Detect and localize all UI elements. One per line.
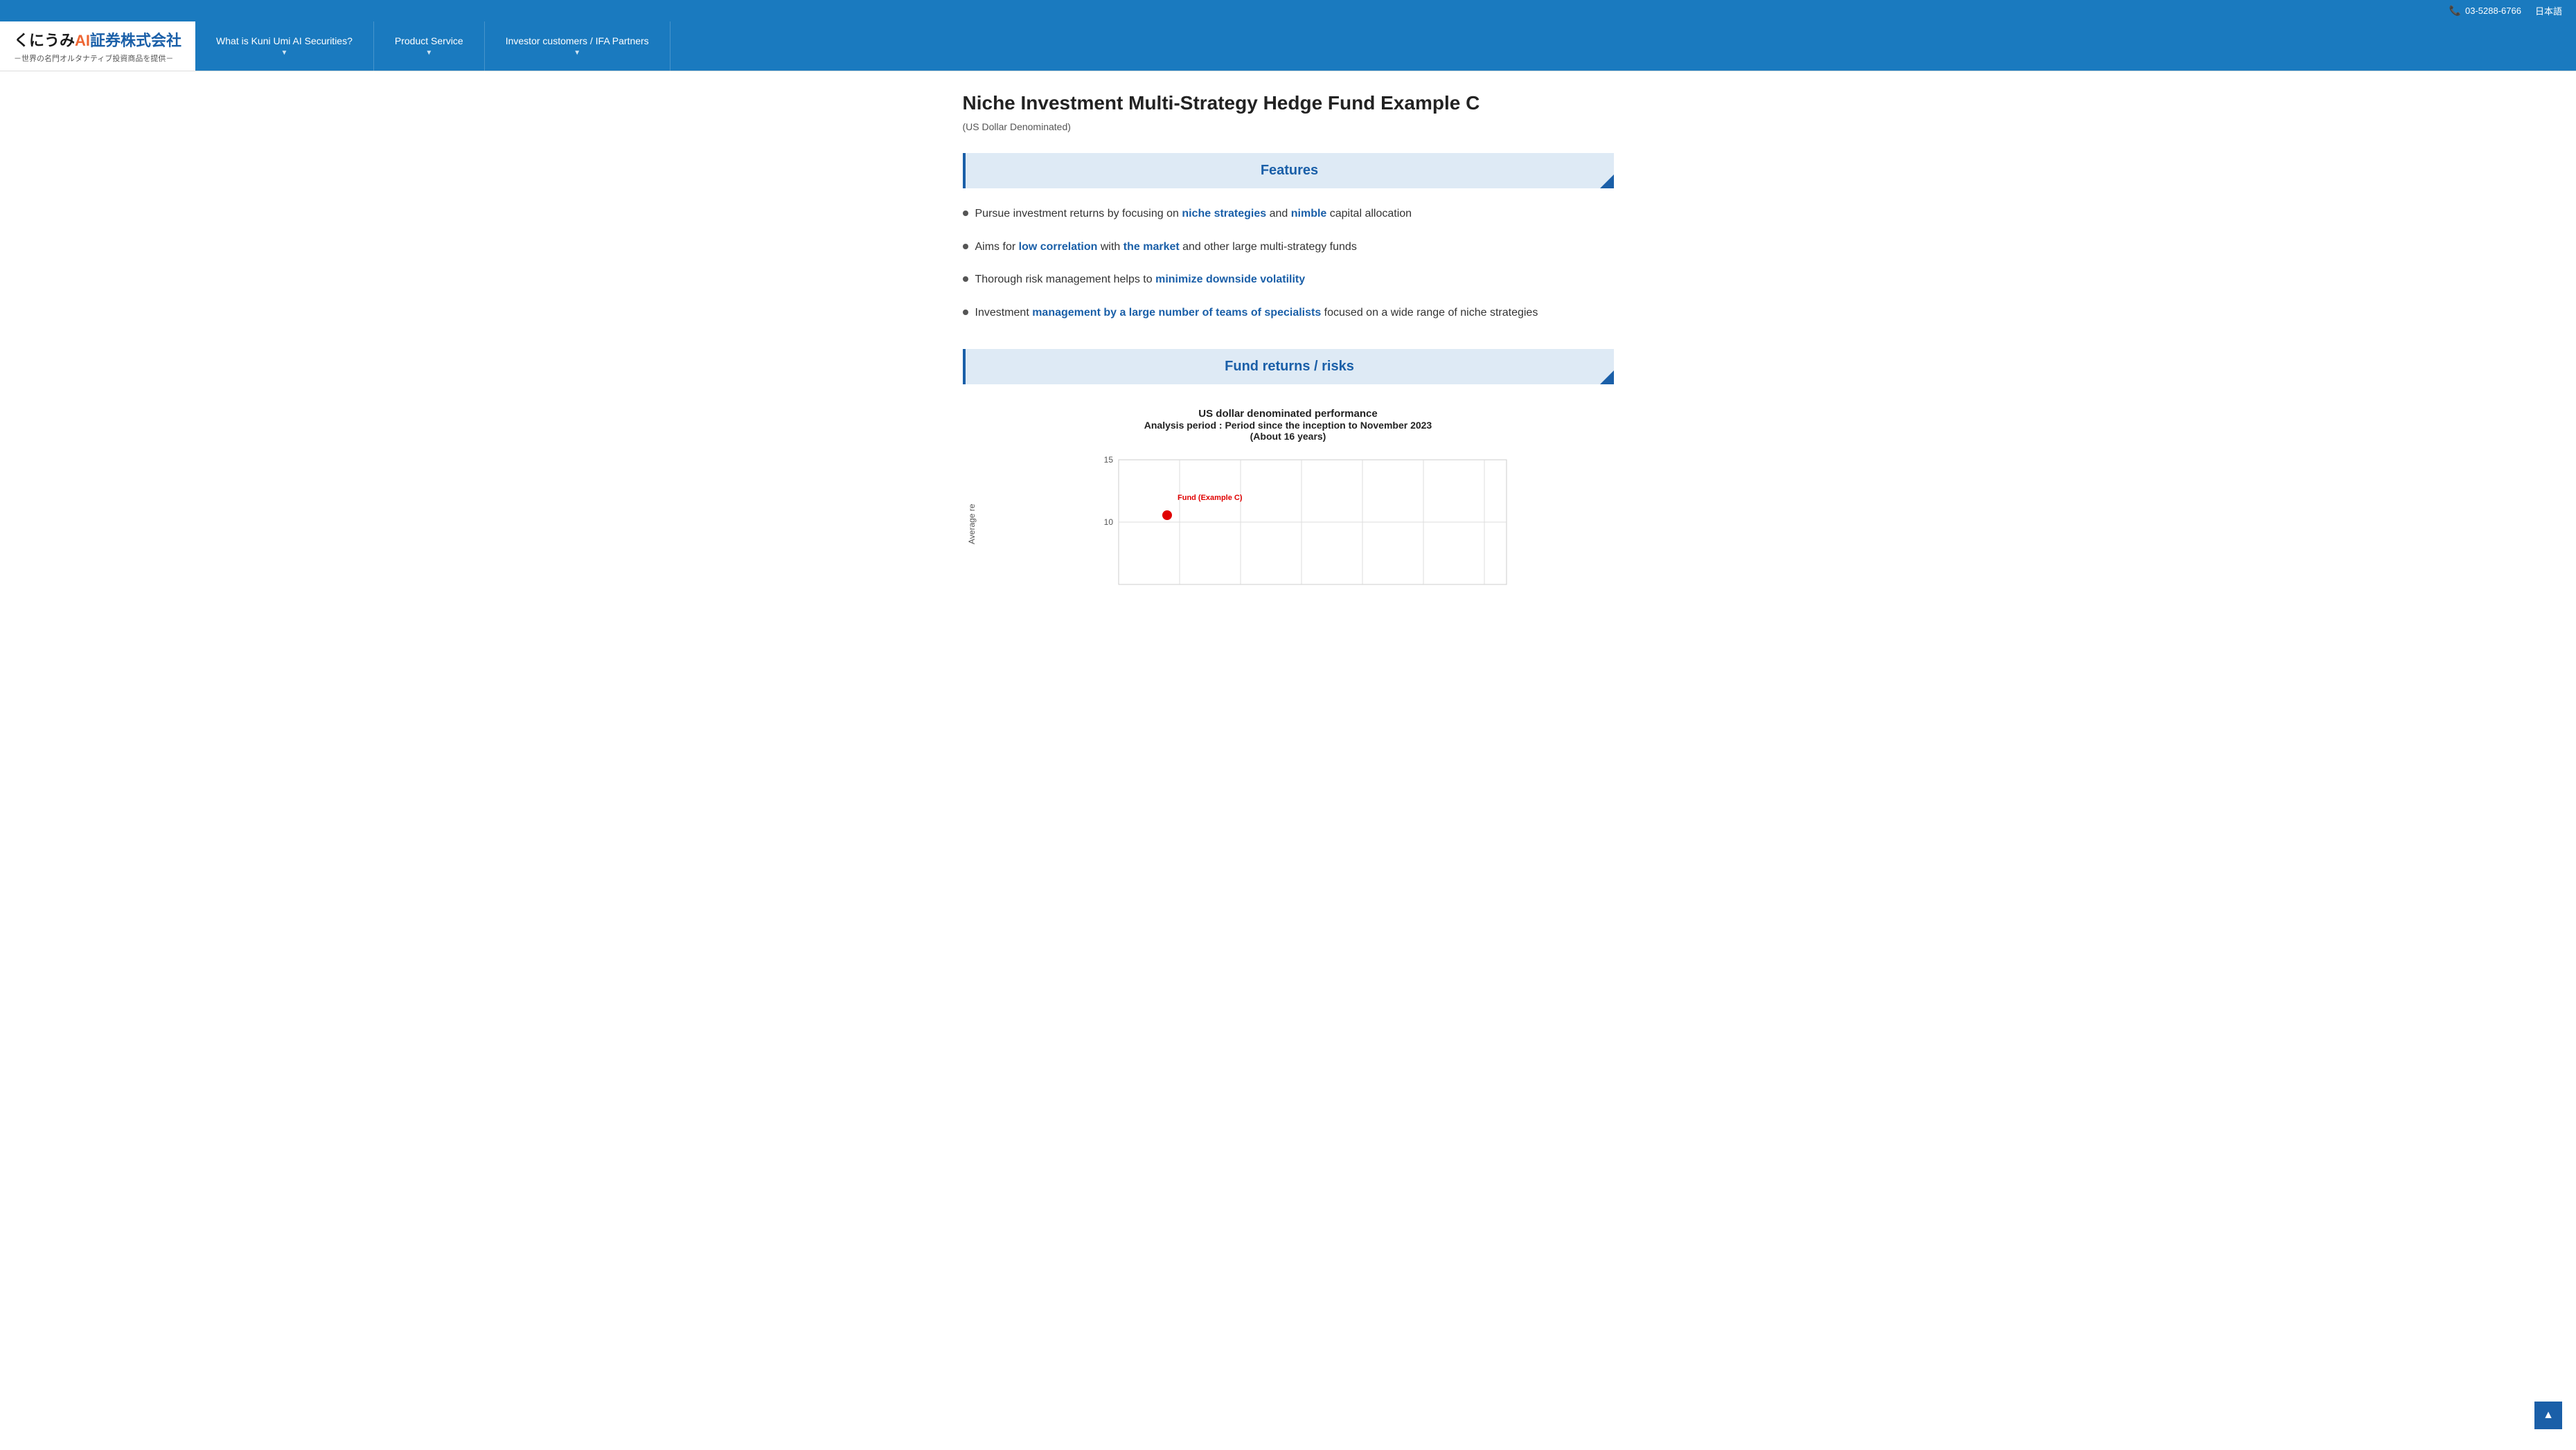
svg-text:Fund (Example C): Fund (Example C)	[1178, 494, 1243, 502]
section-corner-icon	[1600, 174, 1614, 188]
features-section-header: Features	[963, 153, 1614, 188]
chart-title-main: US dollar denominated performance	[963, 408, 1614, 420]
logo-ai: AI	[75, 32, 90, 49]
list-item: Aims for low correlation with the market…	[963, 238, 1614, 256]
logo-subtitle: －世界の名門オルタナティブ投資商品を提供－	[14, 53, 181, 64]
page-subtitle: (US Dollar Denominated)	[963, 121, 1614, 132]
chevron-down-icon-investor: ▼	[574, 49, 580, 57]
phone-section: 📞 03-5288-6766	[2449, 5, 2521, 17]
feature-text-4: Investment management by a large number …	[975, 304, 1538, 322]
chart-container: US dollar denominated performance Analys…	[963, 401, 1614, 602]
scroll-top-icon: ▲	[2543, 1409, 2554, 1422]
list-item: Thorough risk management helps to minimi…	[963, 271, 1614, 289]
bullet-icon	[963, 211, 968, 216]
chart-svg: 15 10 Fund (Example C)	[984, 453, 1614, 591]
chart-area: Average re	[963, 453, 1614, 595]
logo-part2: 証券株式会社	[90, 32, 181, 49]
feature-text-1: Pursue investment returns by focusing on…	[975, 205, 1412, 223]
svg-text:15: 15	[1103, 455, 1113, 465]
main-content: Niche Investment Multi-Strategy Hedge Fu…	[949, 71, 1628, 623]
logo-area: くにうみAI証券株式会社 －世界の名門オルタナティブ投資商品を提供－	[0, 21, 195, 71]
list-item: Investment management by a large number …	[963, 304, 1614, 322]
chart-inner: 15 10 Fund (Example C)	[984, 453, 1614, 595]
phone-icon: 📞	[2449, 5, 2461, 17]
bullet-icon	[963, 276, 968, 282]
chevron-down-icon-what: ▼	[281, 49, 288, 57]
top-bar: 📞 03-5288-6766 日本語	[0, 0, 2576, 21]
nav-label-investor: Investor customers / IFA Partners	[506, 35, 649, 46]
phone-number: 03-5288-6766	[2465, 6, 2521, 16]
chart-title-years: (About 16 years)	[963, 431, 1614, 442]
list-item: Pursue investment returns by focusing on…	[963, 205, 1614, 223]
chart-y-label: Average re	[963, 453, 984, 595]
main-nav: What is Kuni Umi AI Securities? ▼ Produc…	[195, 21, 2576, 71]
features-heading: Features	[1261, 163, 1318, 179]
features-list: Pursue investment returns by focusing on…	[963, 205, 1614, 321]
section-corner-icon-2	[1600, 370, 1614, 384]
fund-returns-section-header: Fund returns / risks	[963, 349, 1614, 384]
chevron-down-icon-product: ▼	[425, 49, 432, 57]
chart-title-area: US dollar denominated performance Analys…	[963, 408, 1614, 442]
nav-item-what[interactable]: What is Kuni Umi AI Securities? ▼	[195, 21, 374, 71]
language-switcher[interactable]: 日本語	[2535, 4, 2562, 17]
logo-title: くにうみAI証券株式会社	[14, 28, 181, 51]
logo-part1: くにうみ	[14, 32, 75, 49]
bullet-icon	[963, 244, 968, 249]
fund-returns-heading: Fund returns / risks	[1225, 359, 1354, 375]
feature-text-3: Thorough risk management helps to minimi…	[975, 271, 1306, 289]
svg-text:10: 10	[1103, 517, 1113, 527]
nav-item-product[interactable]: Product Service ▼	[374, 21, 485, 71]
nav-label-product: Product Service	[395, 35, 463, 46]
chart-title-sub: Analysis period : Period since the incep…	[963, 420, 1614, 431]
page-title: Niche Investment Multi-Strategy Hedge Fu…	[963, 92, 1614, 114]
header: くにうみAI証券株式会社 －世界の名門オルタナティブ投資商品を提供－ What …	[0, 21, 2576, 71]
nav-item-investor[interactable]: Investor customers / IFA Partners ▼	[485, 21, 670, 71]
scroll-to-top-button[interactable]: ▲	[2534, 1402, 2562, 1429]
bullet-icon	[963, 310, 968, 315]
feature-text-2: Aims for low correlation with the market…	[975, 238, 1357, 256]
nav-label-what: What is Kuni Umi AI Securities?	[216, 35, 353, 46]
